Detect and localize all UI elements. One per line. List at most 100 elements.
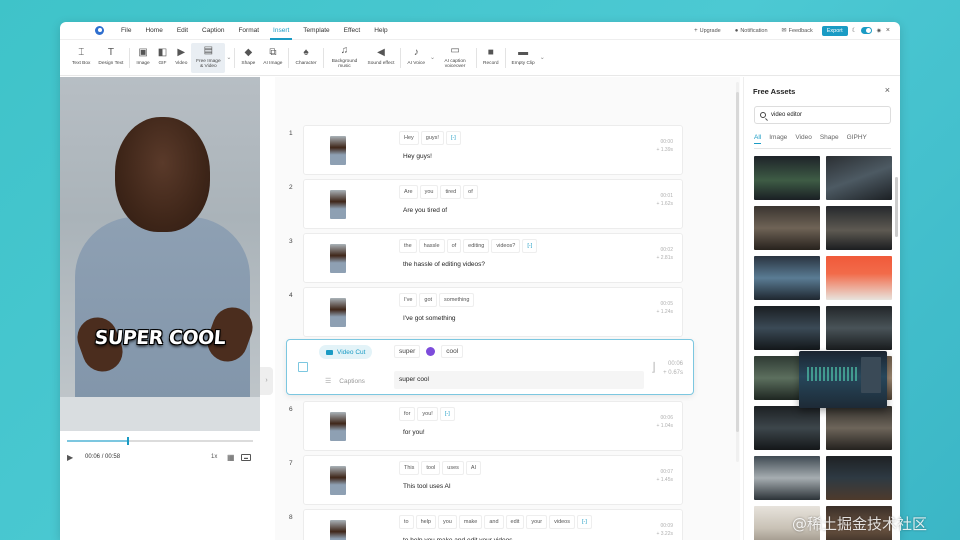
asset-search-input[interactable]: video editor — [754, 106, 891, 124]
progress-knob[interactable] — [126, 437, 129, 445]
menu-insert[interactable]: Insert — [266, 22, 296, 40]
upgrade-button[interactable]: + Upgrade — [689, 26, 726, 36]
asset-thumbnail[interactable] — [754, 156, 820, 200]
word-chip[interactable]: videos — [549, 515, 575, 529]
scene-card[interactable]: for you! [-] for you! 00:06 + 1.04s — [303, 401, 683, 451]
tab-image[interactable]: Image — [769, 134, 787, 144]
sound-effect-tool[interactable]: ◀ Sound effect — [364, 43, 399, 73]
word-chip[interactable]: tool — [421, 461, 441, 475]
menu-caption[interactable]: Caption — [195, 22, 231, 40]
word-chip[interactable]: you — [438, 515, 457, 529]
asset-thumbnail[interactable] — [826, 156, 892, 200]
scene-caption[interactable]: This tool uses AI — [403, 483, 451, 490]
scene-thumbnail[interactable] — [330, 136, 346, 165]
menu-edit[interactable]: Edit — [170, 22, 195, 40]
word-chip[interactable]: your — [526, 515, 548, 529]
emoji-icon[interactable] — [426, 347, 436, 356]
word-chip[interactable]: guys! — [420, 131, 444, 145]
ai-image-tool[interactable]: ⧉ AI Image — [259, 43, 286, 73]
tab-video[interactable]: Video — [795, 134, 812, 144]
scene-card[interactable]: Hey guys! [-] Hey guys! 00:00 + 1.39s — [303, 125, 683, 175]
background-music-tool[interactable]: ♫ Background music — [326, 43, 364, 73]
word-chip[interactable]: tired — [440, 185, 462, 199]
assets-scrollbar[interactable] — [895, 177, 898, 237]
menu-home[interactable]: Home — [138, 22, 169, 40]
menu-template[interactable]: Template — [296, 22, 336, 40]
word-chip[interactable]: Are — [399, 185, 418, 199]
feedback-button[interactable]: ✉ Feedback — [777, 25, 818, 36]
design-text-tool[interactable]: T Design Text — [94, 43, 127, 73]
empty-clip-tool[interactable]: ▬ Empty Clip — [508, 43, 539, 73]
scene-card[interactable]: Are you tired of Are you tired of 00:01 + 1.62… — [303, 179, 683, 229]
record-tool[interactable]: ■ Record — [479, 43, 502, 73]
scene-card[interactable]: I've got something I've got something 00:05 +… — [303, 287, 683, 337]
export-button[interactable]: Export — [821, 25, 848, 36]
word-chip[interactable]: you — [419, 185, 439, 199]
scene-caption[interactable]: Hey guys! — [403, 153, 432, 160]
text-box-tool[interactable]: ⌶ Text Box — [68, 43, 94, 73]
word-chip[interactable]: make — [458, 515, 483, 529]
close-icon[interactable]: × — [885, 85, 890, 95]
scene-card[interactable]: tohelpyoumakeandedityourvideos[-]to help… — [303, 509, 683, 540]
gear-icon[interactable]: ✷ — [876, 27, 882, 35]
chevron-right-icon[interactable]: › — [260, 367, 273, 395]
menu-effect[interactable]: Effect — [337, 22, 368, 40]
word-chip[interactable]: videos? — [491, 239, 521, 253]
scene-expanded[interactable]: Video Cut super cool ☰ Captions super coo… — [286, 339, 694, 395]
scene-thumbnail[interactable] — [330, 412, 346, 441]
asset-thumbnail[interactable] — [754, 406, 820, 450]
asset-thumbnail[interactable] — [754, 256, 820, 300]
app-logo-icon[interactable] — [95, 26, 104, 35]
tab-giphy[interactable]: GIPHY — [847, 134, 867, 144]
word-chip[interactable]: to — [399, 515, 414, 529]
video-cut-pill[interactable]: Video Cut — [319, 345, 373, 359]
menu-help[interactable]: Help — [367, 22, 394, 40]
pause-chip[interactable]: [-] — [445, 131, 461, 145]
asset-thumbnail[interactable] — [826, 456, 892, 500]
scene-thumbnail[interactable] — [330, 190, 346, 219]
progress-bar[interactable] — [67, 437, 253, 445]
ai-voice-tool[interactable]: ♪ AI Voice — [403, 43, 429, 73]
word-chip[interactable]: and — [484, 515, 504, 529]
word-chip[interactable]: hassle — [418, 239, 445, 253]
scene-thumbnail[interactable] — [330, 520, 346, 540]
asset-thumbnail[interactable] — [754, 206, 820, 250]
word-chip[interactable]: Hey — [399, 131, 419, 145]
word-chip[interactable]: you! — [417, 407, 438, 421]
menu-file[interactable]: File — [114, 22, 138, 40]
word-chip[interactable]: I've — [399, 293, 418, 307]
chevron-down-icon[interactable]: ⌄ — [226, 54, 231, 61]
word-chip[interactable]: uses — [442, 461, 464, 475]
word-chip[interactable]: something — [439, 293, 475, 307]
chevron-down-icon[interactable]: ⌄ — [540, 54, 545, 61]
moon-icon[interactable]: ☾ — [852, 27, 857, 34]
asset-thumbnail[interactable] — [826, 306, 892, 350]
word-chip[interactable]: of — [446, 239, 462, 253]
scene-thumbnail[interactable] — [330, 466, 346, 495]
free-image-video-tool[interactable]: ▤ Free Image & Video — [191, 42, 226, 73]
scene-checkbox[interactable] — [298, 362, 308, 372]
tab-shape[interactable]: Shape — [820, 134, 839, 144]
playback-speed[interactable]: 1x — [211, 454, 217, 460]
tab-all[interactable]: All — [754, 134, 762, 144]
video-preview[interactable]: SUPER COOL — [60, 77, 260, 431]
word-chip[interactable]: got — [419, 293, 438, 307]
pause-chip[interactable]: [-] — [439, 407, 455, 421]
image-tool[interactable]: ▣ Image — [132, 43, 153, 73]
asset-thumbnail[interactable] — [826, 256, 892, 300]
word-chip[interactable]: editing — [463, 239, 490, 253]
play-icon[interactable]: ▶ — [67, 453, 73, 462]
chevron-down-icon[interactable]: ⌄ — [430, 54, 435, 61]
notification-button[interactable]: ● Notification — [730, 26, 773, 36]
asset-thumbnail[interactable] — [826, 406, 892, 450]
scene-scrollbar[interactable] — [736, 82, 739, 462]
word-chip[interactable]: cool — [441, 345, 464, 358]
word-chip[interactable]: help — [415, 515, 436, 529]
grid-icon[interactable]: ▦ — [227, 453, 235, 462]
subtitle-icon[interactable]: ▬ — [241, 454, 251, 461]
word-chip[interactable]: the — [399, 239, 417, 253]
word-chip[interactable]: super — [394, 345, 421, 358]
scene-card[interactable]: This tool uses AI This tool uses AI 00:07 + 1.… — [303, 455, 683, 505]
video-tool[interactable]: ▶ Video — [171, 43, 191, 73]
scene-caption[interactable]: Are you tired of — [403, 207, 447, 214]
